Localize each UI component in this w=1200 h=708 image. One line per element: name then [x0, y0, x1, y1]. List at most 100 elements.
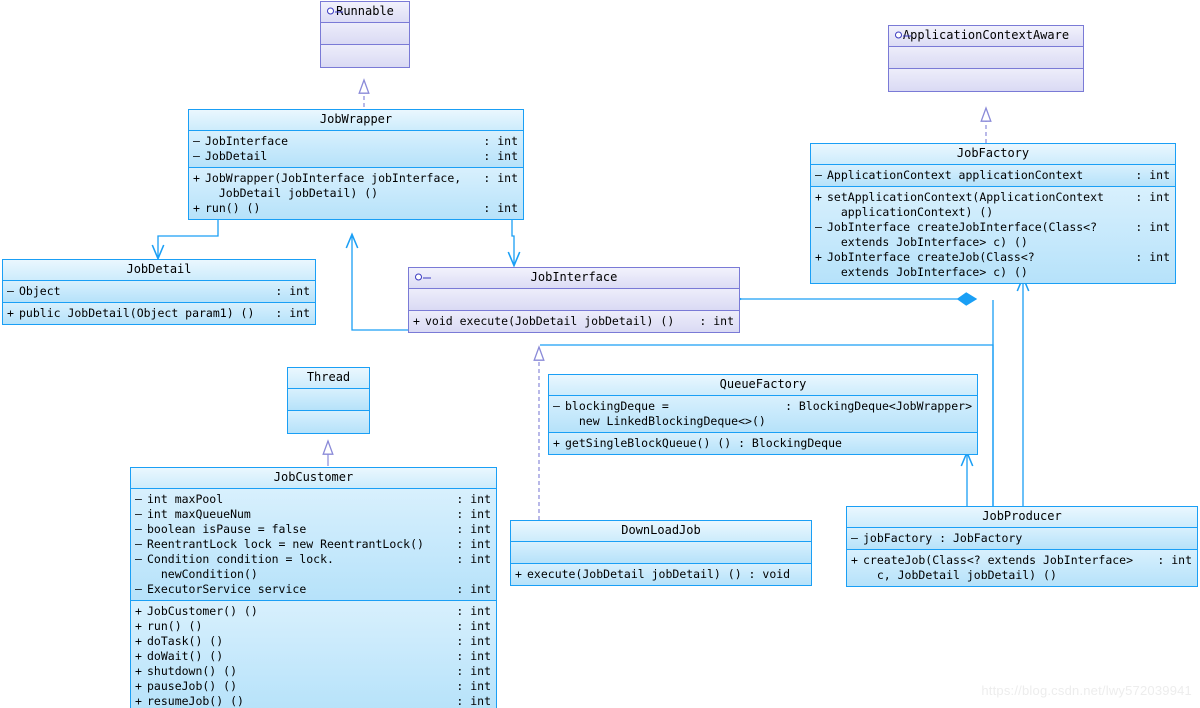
class-thread[interactable]: Thread [287, 367, 370, 434]
class-downloadjob-title: DownLoadJob [511, 521, 811, 542]
class-jobcustomer-operations: + JobCustomer() () : int + run() () : in… [131, 601, 496, 708]
visibility: – [553, 399, 560, 413]
edge-jobinterface-association-jobwrapper [352, 235, 408, 331]
class-jobdetail-operations: + public JobDetail(Object param1) () : i… [3, 303, 315, 324]
class-jobproducer-operations: + createJob(Class<? extends JobInterface… [847, 550, 1197, 586]
operation-row: + createJob(Class<? extends JobInterface… [851, 553, 1192, 583]
visibility: + [815, 190, 822, 204]
member-type: : int [275, 284, 310, 298]
class-downloadjob[interactable]: DownLoadJob + execute(JobDetail jobDetai… [510, 520, 812, 586]
class-jobwrapper[interactable]: JobWrapper – JobInterface : int – JobDet… [188, 109, 524, 220]
class-jobcustomer[interactable]: JobCustomer – int maxPool : int – int ma… [130, 467, 497, 708]
visibility: – [135, 492, 142, 506]
member-type: : int [483, 134, 518, 148]
member-signature: JobInterface [205, 134, 289, 148]
visibility: – [7, 284, 14, 298]
class-jobfactory-operations: + setApplicationContext(ApplicationConte… [811, 187, 1175, 283]
attribute-row: – blockingDeque = new LinkedBlockingDequ… [553, 399, 972, 429]
member-signature: ApplicationContext applicationContext [827, 168, 1084, 182]
member-signature: jobFactory : JobFactory [863, 531, 1023, 545]
member-signature: int maxPool [147, 492, 224, 506]
operation-row: + shutdown() () : int [135, 664, 491, 679]
member-type: : int [483, 201, 518, 215]
class-jobfactory-name: JobFactory [956, 146, 1030, 160]
member-type: : int [1135, 168, 1170, 182]
member-signature: doWait() () [147, 649, 224, 663]
member-signature: boolean isPause = false [147, 522, 307, 536]
visibility: – [135, 507, 142, 521]
class-jobdetail-name: JobDetail [126, 262, 192, 276]
visibility: + [135, 694, 142, 708]
visibility: – [815, 168, 822, 182]
uml-diagram-canvas: Runnable ApplicationContextAware JobWrap… [0, 0, 1200, 708]
attribute-row: – Condition condition = lock. newConditi… [135, 552, 491, 582]
member-type: : int [1135, 250, 1170, 264]
class-jobdetail[interactable]: JobDetail – Object : int + public JobDet… [2, 259, 316, 325]
attribute-row: – jobFactory : JobFactory [851, 531, 1192, 546]
class-jobproducer[interactable]: JobProducer – jobFactory : JobFactory + … [846, 506, 1198, 587]
member-type: : int [456, 492, 491, 506]
class-runnable[interactable]: Runnable [320, 1, 410, 68]
class-applicationcontextaware[interactable]: ApplicationContextAware [888, 25, 1084, 92]
class-downloadjob-name: DownLoadJob [621, 523, 701, 537]
visibility: + [193, 201, 200, 215]
operation-row: + JobInterface createJob(Class<? extends… [815, 250, 1170, 280]
class-applicationcontextaware-title: ApplicationContextAware [889, 26, 1083, 47]
member-type: : int [483, 149, 518, 163]
member-signature: JobInterface createJob(Class<? extends J… [827, 250, 1035, 279]
class-jobcustomer-name: JobCustomer [273, 470, 354, 484]
class-jobwrapper-title: JobWrapper [189, 110, 523, 131]
edge-jobwrapper-depends-jobdetail [158, 218, 219, 258]
visibility: – [135, 582, 142, 596]
class-thread-attributes [288, 389, 369, 411]
operation-row: + doWait() () : int [135, 649, 491, 664]
class-queuefactory[interactable]: QueueFactory – blockingDeque = new Linke… [548, 374, 978, 455]
visibility: – [815, 220, 822, 234]
member-signature: run() () [205, 201, 261, 215]
member-type: : int [1157, 553, 1192, 567]
operation-row: + doTask() () : int [135, 634, 491, 649]
visibility: + [135, 679, 142, 693]
class-queuefactory-attributes: – blockingDeque = new LinkedBlockingDequ… [549, 396, 977, 433]
member-type: : int [456, 694, 491, 708]
member-type: : int [456, 679, 491, 693]
class-jobinterface-title: JobInterface [409, 268, 739, 289]
visibility: – [193, 134, 200, 148]
member-signature: JobCustomer() () [147, 604, 258, 618]
class-jobfactory-attributes: – ApplicationContext applicationContext … [811, 165, 1175, 187]
operation-row: + run() () : int [135, 619, 491, 634]
member-type: : int [456, 664, 491, 678]
operation-row: + public JobDetail(Object param1) () : i… [7, 306, 310, 321]
attribute-row: – boolean isPause = false : int [135, 522, 491, 537]
member-signature: getSingleBlockQueue() () : BlockingDeque [565, 436, 842, 450]
class-jobinterface[interactable]: JobInterface + void execute(JobDetail jo… [408, 267, 740, 333]
visibility: – [135, 537, 142, 551]
visibility: + [413, 314, 420, 328]
operation-row: + getSingleBlockQueue() () : BlockingDeq… [553, 436, 972, 451]
class-applicationcontextaware-name: ApplicationContextAware [902, 28, 1070, 42]
class-downloadjob-attributes [511, 542, 811, 564]
visibility: + [135, 619, 142, 633]
visibility: + [515, 567, 522, 581]
watermark: https://blog.csdn.net/lwy572039941 [981, 683, 1192, 698]
visibility: – [135, 552, 142, 566]
member-signature: JobWrapper(JobInterface jobInterface, Jo… [205, 171, 462, 200]
operation-row: + setApplicationContext(ApplicationConte… [815, 190, 1170, 220]
member-type: : int [1135, 220, 1170, 234]
member-signature: int maxQueueNum [147, 507, 251, 521]
member-signature: Condition condition = lock. newCondition… [147, 552, 334, 581]
class-thread-title: Thread [288, 368, 369, 389]
visibility: – [851, 531, 858, 545]
member-signature: public JobDetail(Object param1) () [19, 306, 255, 320]
member-type: : int [456, 537, 491, 551]
attribute-row: – JobDetail : int [193, 149, 518, 164]
class-jobfactory[interactable]: JobFactory – ApplicationContext applicat… [810, 143, 1176, 284]
class-queuefactory-title: QueueFactory [549, 375, 977, 396]
member-type: : int [456, 604, 491, 618]
member-signature: doTask() () [147, 634, 224, 648]
visibility: + [7, 306, 14, 320]
visibility: + [553, 436, 560, 450]
operation-row: + JobWrapper(JobInterface jobInterface, … [193, 171, 518, 201]
visibility: + [815, 250, 822, 264]
class-jobwrapper-attributes: – JobInterface : int – JobDetail : int [189, 131, 523, 168]
